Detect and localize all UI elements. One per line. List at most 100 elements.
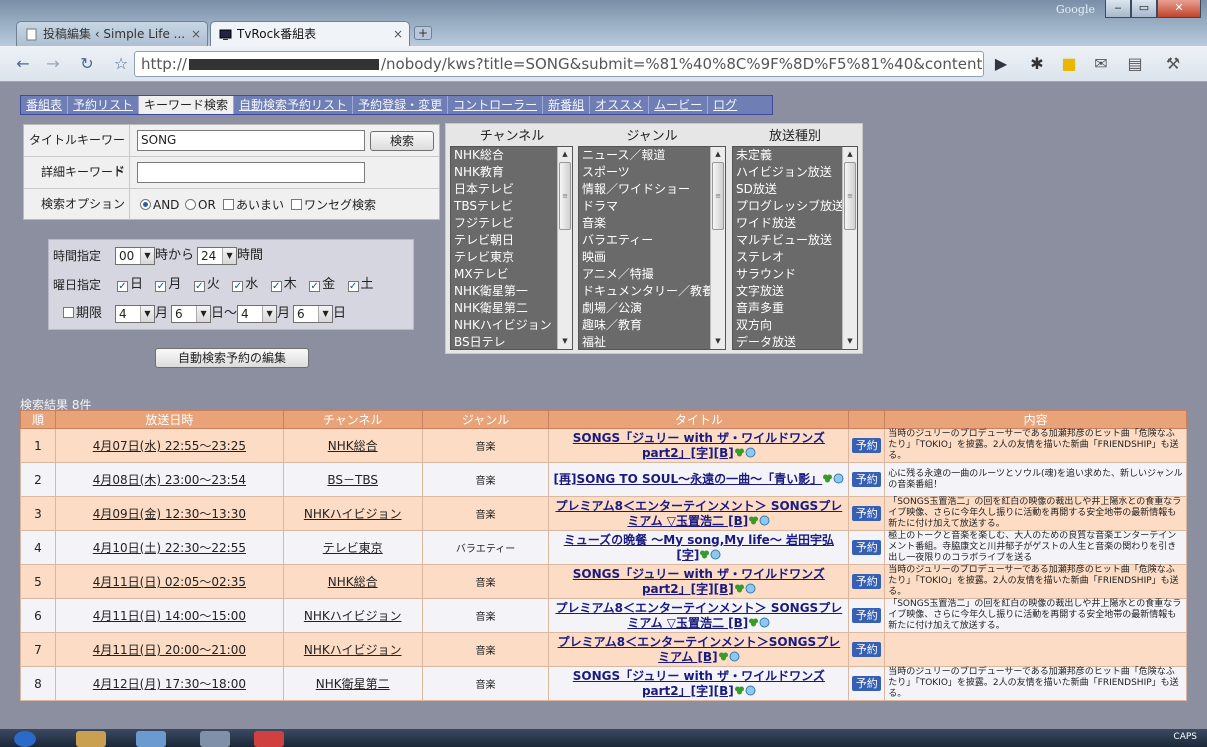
menu-recommended[interactable]: オススメ (590, 96, 650, 114)
list-item[interactable]: 劇場／公演 (579, 300, 725, 317)
minimize-button[interactable]: ‒ (1105, 0, 1131, 18)
title-link[interactable]: プレミアム8＜エンターテインメント＞ SONGSプレミアム ▽玉置浩二 [B] (555, 601, 842, 630)
channel-listbox[interactable]: NHK総合 NHK教育 日本テレビ TBSテレビ フジテレビ テレビ朝日 テレビ… (450, 146, 573, 350)
media-icon[interactable] (136, 731, 166, 747)
mail-icon[interactable]: ✉ (1090, 54, 1112, 74)
edit-auto-search-button[interactable]: 自動検索予約の編集 (155, 348, 309, 368)
list-item[interactable]: ドキュメンタリー／教養 (579, 283, 725, 300)
day-checkbox-fri[interactable]: ✓ 金 (309, 277, 335, 292)
datetime-link[interactable]: 4月07日(水) 22:55～23:25 (93, 439, 246, 453)
day-checkbox-tue[interactable]: ✓ 火 (193, 277, 220, 292)
menu-keyword-search[interactable]: キーワード検索 (139, 96, 235, 114)
scroll-up-icon[interactable]: ▲ (843, 147, 857, 162)
menu-log[interactable]: ログ (708, 96, 772, 114)
channel-link[interactable]: NHKハイビジョン (304, 507, 402, 521)
datetime-link[interactable]: 4月11日(日) 20:00～21:00 (93, 643, 246, 657)
list-item[interactable]: NHK総合 (451, 147, 572, 164)
datetime-link[interactable]: 4月09日(金) 12:30～13:30 (93, 507, 246, 521)
forward-icon[interactable]: → (42, 54, 64, 74)
start-icon[interactable] (14, 731, 36, 747)
day-checkbox-mon[interactable]: ✓ 月 (155, 277, 181, 292)
list-item[interactable]: 双方向 (733, 317, 857, 334)
list-item[interactable]: バラエティー (579, 232, 725, 249)
to-day-select[interactable]: 6 ▼ (293, 304, 334, 323)
title-link[interactable]: SONGS「ジュリー with ザ・ワイルドワンズ part2」[字][B] (573, 431, 825, 460)
menu-new-programs[interactable]: 新番組 (543, 96, 591, 114)
list-item[interactable]: プログレッシブ放送 (733, 198, 857, 215)
datetime-link[interactable]: 4月11日(日) 02:05～02:35 (93, 575, 246, 589)
tab-post-edit[interactable]: 投稿編集 ‹ Simple Life ... × (16, 21, 208, 46)
menu-reservation-edit[interactable]: 予約登録・変更 (353, 96, 449, 114)
list-item[interactable]: テレビ朝日 (451, 232, 572, 249)
list-item[interactable]: 音声多重 (733, 300, 857, 317)
tab-tvrock[interactable]: TvRock番組表 × (210, 21, 410, 46)
datetime-link[interactable]: 4月12日(月) 17:30～18:00 (93, 677, 246, 691)
reserve-button[interactable]: 予約 (852, 472, 882, 487)
list-item[interactable]: アニメ／特撮 (579, 266, 725, 283)
list-item[interactable]: MXテレビ (451, 266, 572, 283)
reserve-button[interactable]: 予約 (852, 438, 882, 453)
channel-link[interactable]: NHK衛星第二 (316, 677, 390, 691)
new-tab-button[interactable]: + (414, 26, 432, 40)
title-link[interactable]: プレミアム8＜エンターテインメント＞ SONGSプレミアム ▽玉置浩二 [B] (555, 499, 842, 528)
day-checkbox-sat[interactable]: ✓ 土 (347, 277, 374, 292)
and-radio[interactable]: AND (140, 197, 179, 213)
list-item[interactable]: NHK衛星第二 (451, 300, 572, 317)
folder-icon[interactable] (76, 731, 106, 747)
reserve-button[interactable]: 予約 (852, 676, 882, 691)
list-item[interactable]: 趣味／教育 (579, 317, 725, 334)
list-item[interactable]: 文字放送 (733, 283, 857, 300)
detail-keyword-input[interactable] (137, 162, 365, 183)
broadcast-type-listbox[interactable]: 未定義 ハイビジョン放送 SD放送 プログレッシブ放送 ワイド放送 マルチビュー… (732, 146, 858, 350)
menu-program-guide[interactable]: 番組表 (21, 96, 69, 114)
reserve-button[interactable]: 予約 (852, 506, 882, 521)
fuzzy-checkbox[interactable]: あいまい (223, 197, 284, 213)
channel-link[interactable]: BS－TBS (327, 473, 378, 487)
tab-close-icon[interactable]: × (393, 22, 403, 46)
maximize-button[interactable]: ▭ (1131, 0, 1157, 18)
reserve-button[interactable]: 予約 (852, 540, 882, 555)
from-day-select[interactable]: 6 ▼ (171, 304, 212, 323)
list-item[interactable]: NHK教育 (451, 164, 572, 181)
list-item[interactable]: ニュース／報道 (579, 147, 725, 164)
scroll-down-icon[interactable]: ▼ (558, 334, 572, 349)
or-radio[interactable]: OR (185, 197, 216, 213)
app-icon[interactable] (200, 731, 230, 747)
scroll-up-icon[interactable]: ▲ (558, 147, 572, 162)
reload-icon[interactable]: ↻ (76, 54, 98, 74)
from-month-select[interactable]: 4 ▼ (115, 304, 155, 323)
scroll-up-icon[interactable]: ▲ (711, 147, 725, 162)
to-month-select[interactable]: 4 ▼ (237, 304, 278, 323)
menu-controller[interactable]: コントローラー (448, 96, 544, 114)
channel-link[interactable]: NHK総合 (328, 575, 378, 589)
scroll-down-icon[interactable]: ▼ (711, 334, 725, 349)
list-item[interactable]: SD放送 (733, 181, 857, 198)
address-bar[interactable]: http:// /nobody/kws?title=SONG&submit=%81… (134, 51, 984, 77)
menu-auto-search-list[interactable]: 自動検索予約リスト (234, 96, 354, 114)
list-item[interactable]: 日本テレビ (451, 181, 572, 198)
wrench-icon[interactable]: ⚒ (1162, 54, 1184, 74)
list-item[interactable]: データ放送 (733, 334, 857, 349)
list-item[interactable]: 未定義 (733, 147, 857, 164)
list-item[interactable]: マルチビュー放送 (733, 232, 857, 249)
list-item[interactable]: 映画 (579, 249, 725, 266)
browser-icon[interactable] (254, 731, 284, 747)
title-keyword-input[interactable]: SONG (137, 130, 365, 151)
genre-listbox[interactable]: ニュース／報道 スポーツ 情報／ワイドショー ドラマ 音楽 バラエティー 映画 … (578, 146, 726, 350)
list-item[interactable]: TBSテレビ (451, 198, 572, 215)
scroll-down-icon[interactable]: ▼ (843, 334, 857, 349)
reserve-button[interactable]: 予約 (852, 574, 882, 589)
search-button[interactable]: 検索 (370, 131, 434, 151)
to-hour-select[interactable]: 24 ▼ (197, 246, 238, 265)
list-item[interactable]: ステレオ (733, 249, 857, 266)
channel-link[interactable]: NHKハイビジョン (304, 643, 402, 657)
channel-link[interactable]: NHK総合 (328, 439, 378, 453)
datetime-link[interactable]: 4月11日(日) 14:00～15:00 (93, 609, 246, 623)
scroll-thumb[interactable]: ≡ (844, 162, 856, 230)
reserve-button[interactable]: 予約 (852, 642, 882, 657)
list-item[interactable]: NHK衛星第一 (451, 283, 572, 300)
datetime-link[interactable]: 4月08日(木) 23:00～23:54 (93, 473, 246, 487)
list-item[interactable]: 音楽 (579, 215, 725, 232)
back-icon[interactable]: ← (12, 54, 34, 74)
star-icon[interactable]: ☆ (110, 54, 132, 74)
